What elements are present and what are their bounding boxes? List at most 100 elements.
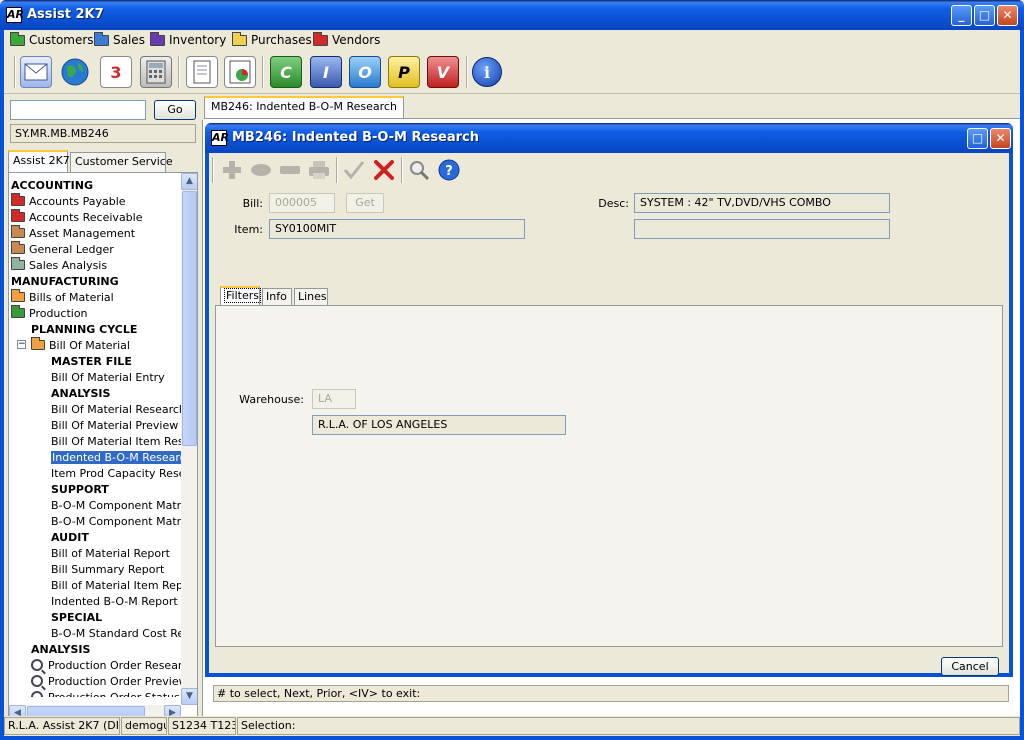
tree-item-label: B-O-M Standard Cost Regular bbox=[51, 626, 181, 640]
customer-c-icon[interactable]: C bbox=[270, 56, 302, 88]
tree-item[interactable]: Bill Of Material Item Research bbox=[51, 433, 181, 449]
tree-item[interactable]: B-O-M Component Matrix List bbox=[51, 513, 181, 529]
vertical-scroll-thumb[interactable] bbox=[182, 191, 197, 446]
warehouse-label: Warehouse: bbox=[239, 393, 304, 406]
tree-item[interactable]: Production Order Status Research bbox=[31, 689, 181, 697]
folder-icon bbox=[11, 289, 25, 302]
help-icon[interactable]: ? bbox=[438, 159, 460, 181]
desc-field[interactable]: SYSTEM : 42" TV,DVD/VHS COMBO bbox=[634, 193, 890, 213]
research-window-title: MB246: Indented B-O-M Research bbox=[232, 130, 480, 145]
warehouse-code-field[interactable]: LA bbox=[312, 389, 356, 409]
tree-item[interactable]: Production Order Research bbox=[31, 657, 181, 673]
tree-item-label: Indented B-O-M Report bbox=[51, 594, 178, 608]
icon-letter: i bbox=[483, 62, 491, 82]
tab-mb246[interactable]: MB246: Indented B-O-M Research bbox=[204, 96, 404, 118]
tree-item[interactable]: Bill Of Material Entry bbox=[51, 369, 165, 385]
scroll-down-button[interactable]: ▼ bbox=[181, 688, 197, 705]
tree-item[interactable]: Bill of Material Item Report bbox=[51, 577, 181, 593]
menu-label: Customers bbox=[29, 33, 94, 47]
collapse-toggle-icon[interactable]: − bbox=[17, 340, 26, 349]
vendor-v-icon[interactable]: V bbox=[427, 56, 459, 88]
tree-item[interactable]: Asset Management bbox=[11, 225, 135, 241]
tree-item-label: Sales Analysis bbox=[29, 258, 108, 272]
inner-close-button[interactable]: ✕ bbox=[990, 128, 1011, 149]
menu-label: Purchases bbox=[251, 33, 312, 47]
go-button[interactable]: Go bbox=[154, 100, 196, 120]
tab-lines[interactable]: Lines bbox=[294, 288, 328, 306]
tree-item[interactable]: Bill Of Material Preview bbox=[51, 417, 178, 433]
calendar-icon[interactable]: 3 bbox=[100, 56, 132, 88]
tree-item[interactable]: Indented B-O-M Report bbox=[51, 593, 178, 609]
search-input[interactable] bbox=[10, 100, 146, 120]
tree-item-label: Bill Summary Report bbox=[51, 562, 165, 576]
delete-icon[interactable] bbox=[279, 159, 301, 181]
toolbar-separator bbox=[262, 56, 264, 88]
tab-filters[interactable]: Filters bbox=[220, 286, 261, 306]
inner-maximize-button[interactable]: □ bbox=[967, 128, 988, 149]
tab-assist-2k7[interactable]: Assist 2K7 bbox=[8, 150, 70, 172]
tree-item[interactable]: Bill Summary Report bbox=[51, 561, 164, 577]
tree-item-label: PLANNING CYCLE bbox=[31, 322, 138, 336]
add-icon[interactable] bbox=[221, 159, 243, 181]
icon-letter: I bbox=[323, 62, 329, 82]
tree-item[interactable]: B-O-M Standard Cost Regular bbox=[51, 625, 181, 641]
maximize-button[interactable]: □ bbox=[974, 5, 995, 26]
checkmark-icon[interactable] bbox=[343, 159, 365, 181]
eraser-icon[interactable] bbox=[250, 159, 272, 181]
tree-item-label: Bill Of Material Item Research bbox=[51, 434, 181, 448]
tree-item[interactable]: Accounts Receivable bbox=[11, 209, 143, 225]
tab-customer-service[interactable]: Customer Service bbox=[70, 152, 173, 172]
calculator-icon[interactable] bbox=[140, 56, 172, 88]
menu-purchases[interactable]: Purchases bbox=[232, 31, 312, 48]
minimize-button[interactable]: _ bbox=[951, 5, 972, 26]
close-button[interactable]: ✕ bbox=[997, 5, 1018, 26]
globe-icon[interactable] bbox=[59, 56, 91, 88]
tree-item-label: Bill of Material Item Report bbox=[51, 578, 181, 592]
icon-letter: O bbox=[358, 62, 372, 82]
tree-item[interactable]: Bill of Material Report bbox=[51, 545, 170, 561]
scroll-up-button[interactable]: ▲ bbox=[181, 173, 197, 190]
info-icon[interactable]: i bbox=[472, 57, 502, 87]
icon-letter: V bbox=[436, 62, 450, 82]
tree-item[interactable]: Bills of Material bbox=[11, 289, 114, 305]
tree-item[interactable]: Bill Of Material bbox=[31, 337, 130, 353]
icon-letter: C bbox=[280, 62, 292, 82]
tree-item[interactable]: Indented B-O-M Research bbox=[51, 449, 181, 465]
tree-item[interactable]: Sales Analysis bbox=[11, 257, 107, 273]
tab-info[interactable]: Info bbox=[262, 288, 292, 306]
purchase-p-icon[interactable]: P bbox=[388, 56, 420, 88]
get-button[interactable]: Get bbox=[346, 193, 384, 213]
menu-inventory[interactable]: Inventory bbox=[150, 31, 226, 48]
tree-item[interactable]: Item Prod Capacity Research bbox=[51, 465, 181, 481]
vertical-scrollbar[interactable]: ▲ ▼ bbox=[181, 173, 197, 705]
cancel-x-icon[interactable] bbox=[373, 159, 395, 181]
item-field[interactable]: SY0100MIT bbox=[269, 219, 525, 239]
tree-item[interactable]: Production bbox=[11, 305, 88, 321]
report-chart-icon[interactable] bbox=[224, 56, 256, 88]
tree-item[interactable]: General Ledger bbox=[11, 241, 114, 257]
bill-field[interactable]: 000005 bbox=[269, 193, 335, 213]
tree-item[interactable]: Bill Of Material Research bbox=[51, 401, 181, 417]
search-icon[interactable] bbox=[408, 159, 430, 181]
toolbar-separator bbox=[14, 56, 16, 88]
menu-customers[interactable]: Customers bbox=[10, 31, 94, 48]
tree-item[interactable]: B-O-M Component Matrix Entry bbox=[51, 497, 181, 513]
menu-vendors[interactable]: Vendors bbox=[313, 31, 380, 48]
folder-icon bbox=[11, 225, 25, 238]
tree-item[interactable]: Accounts Payable bbox=[11, 193, 126, 209]
tree-item[interactable]: Production Order Preview bbox=[31, 673, 181, 689]
mail-icon[interactable] bbox=[20, 56, 52, 88]
app-window: AR Assist 2K7 _ □ ✕ Customers Sales Inve… bbox=[0, 0, 1024, 740]
tree-item-label: Bills of Material bbox=[29, 290, 114, 304]
order-o-icon[interactable]: O bbox=[349, 56, 381, 88]
document-icon[interactable] bbox=[186, 56, 218, 88]
desc-line-2-field[interactable] bbox=[634, 219, 890, 239]
inventory-i-icon[interactable]: I bbox=[310, 56, 342, 88]
print-icon[interactable] bbox=[308, 159, 330, 181]
menu-sales[interactable]: Sales bbox=[94, 31, 145, 48]
filters-panel: Warehouse: LA R.L.A. OF LOS ANGELES bbox=[215, 305, 1003, 647]
cancel-button[interactable]: Cancel bbox=[941, 657, 999, 676]
icon-letter: P bbox=[398, 62, 410, 82]
app-titlebar[interactable]: AR Assist 2K7 _ □ ✕ bbox=[0, 0, 1024, 30]
research-window-titlebar[interactable]: AR MB246: Indented B-O-M Research □ ✕ bbox=[205, 123, 1013, 153]
